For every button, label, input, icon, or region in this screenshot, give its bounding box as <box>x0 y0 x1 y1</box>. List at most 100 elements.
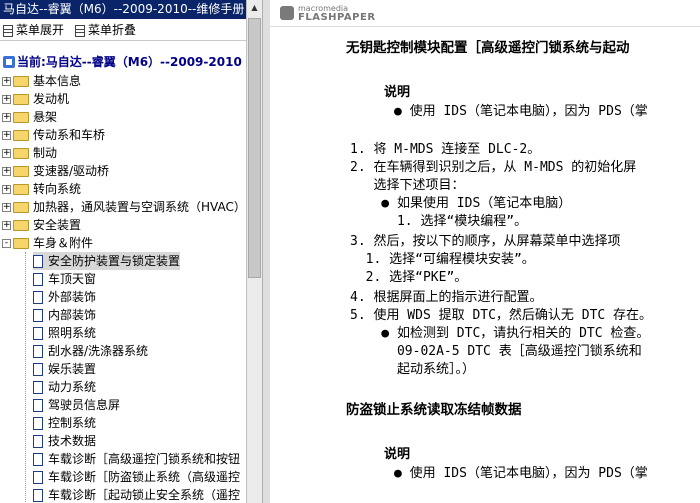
note-text: ● 使用 IDS（笔记本电脑），因为 PDS（掌 <box>394 104 648 119</box>
document-icon <box>33 291 43 304</box>
folder-icon <box>13 130 29 141</box>
tree-item[interactable]: 驾驶员信息屏 <box>33 396 120 414</box>
tree-folder[interactable]: + 发动机 <box>2 90 69 108</box>
procedure-step: 1. 选择“模块编程”。 <box>350 214 528 229</box>
collapse-all-label: 菜单折叠 <box>88 23 137 37</box>
tree-item[interactable]: 车载诊断［高级遥控门锁系统和按钮 <box>33 450 240 468</box>
document-viewer: macromedia FLASHPAPER 无钥匙控制模块配置［高级遥控门锁系统… <box>270 0 700 503</box>
tree-item-label: 车载诊断［高级遥控门锁系统和按钮 <box>48 452 241 466</box>
tree-item[interactable]: 内部装饰 <box>33 306 96 324</box>
tree-folder[interactable]: + 加热器，通风装置与空调系统（HVAC） <box>2 198 246 216</box>
panel-splitter[interactable] <box>262 0 270 503</box>
tree-item-label: 车顶天窗 <box>48 272 97 286</box>
tree-item-label: 动力系统 <box>48 380 97 394</box>
scroll-thumb[interactable] <box>248 18 261 278</box>
tree-item-label: 照明系统 <box>48 326 97 340</box>
document-icon <box>33 309 43 322</box>
document-icon <box>33 255 43 268</box>
note-title: 说明 <box>384 85 411 100</box>
tree-item[interactable]: 车顶天窗 <box>33 270 96 288</box>
tree-item[interactable]: 娱乐装置 <box>33 360 96 378</box>
folder-icon <box>13 94 29 105</box>
tree-folder-label: 悬架 <box>33 110 58 124</box>
section-heading-2: 防盗锁止系统读取冻结帧数据 <box>346 402 522 418</box>
tree-scrollbar[interactable]: ▲ <box>246 0 262 503</box>
tree-item-label: 车载诊断［防盗锁止系统（高级遥控 <box>48 470 241 484</box>
tree-folder-label: 基本信息 <box>33 74 82 88</box>
document-icon <box>33 489 43 502</box>
tree-item-label: 外部装饰 <box>48 290 97 304</box>
folder-icon <box>13 112 29 123</box>
procedure-step: 选择下述项目： <box>350 178 465 193</box>
tree-item[interactable]: 刮水器/洗涤器系统 <box>33 342 148 360</box>
tree-folder[interactable]: + 变速器/驱动桥 <box>2 162 109 180</box>
procedure-step: ● 如检测到 DTC，请执行相关的 DTC 检查。 <box>350 326 650 341</box>
tree-item-label: 技术数据 <box>48 434 97 448</box>
expand-toggle-icon[interactable]: + <box>2 113 11 122</box>
expand-toggle-icon[interactable]: + <box>2 185 11 194</box>
tree-item[interactable]: 照明系统 <box>33 324 96 342</box>
tree-item[interactable]: 车载诊断［防盗锁止系统（高级遥控 <box>33 468 240 486</box>
tree-item-label: 车载诊断［起动锁止安全系统（遥控 <box>48 488 241 502</box>
tree-folder-label: 转向系统 <box>33 182 82 196</box>
tree-folder-label: 传动系和车桥 <box>33 128 106 142</box>
expand-toggle-icon[interactable]: + <box>2 77 11 86</box>
collapse-all-button[interactable]: 菜单折叠 <box>75 22 136 38</box>
procedure-step: 09-02A-5 DTC 表［高级遥控门锁系统和 <box>350 344 642 359</box>
tree-item-label: 内部装饰 <box>48 308 97 322</box>
folder-icon <box>13 76 29 87</box>
tree-item[interactable]: 技术数据 <box>33 432 96 450</box>
note-title-2: 说明 <box>384 447 411 462</box>
logo-big-text: FLASHPAPER <box>298 12 376 23</box>
flashpaper-logo-icon <box>280 6 294 20</box>
tree-item[interactable]: 控制系统 <box>33 414 96 432</box>
expand-toggle-icon[interactable]: + <box>2 149 11 158</box>
document-icon <box>33 399 43 412</box>
folder-icon <box>13 148 29 159</box>
tree-folder[interactable]: + 传动系和车桥 <box>2 126 105 144</box>
document-icon <box>33 471 43 484</box>
document-icon <box>33 417 43 430</box>
tree-folder[interactable]: + 悬架 <box>2 108 57 126</box>
book-icon <box>3 56 15 68</box>
procedure-step: 2. 选择“PKE”。 <box>350 270 468 285</box>
tree-folder-label: 加热器，通风装置与空调系统（HVAC） <box>33 200 246 214</box>
tree-folder[interactable]: - 车身＆附件 <box>2 234 93 252</box>
expand-toggle-icon[interactable]: + <box>2 131 11 140</box>
navigation-panel: 马自达--睿翼（M6）--2009-2010--维修手册 菜单展开 菜单折叠 当… <box>0 0 246 503</box>
procedure-step: 5. 使用 WDS 提取 DTC，然后确认无 DTC 存在。 <box>350 308 653 323</box>
collapse-toggle-icon[interactable]: - <box>2 239 11 248</box>
tree-root[interactable]: 当前:马自达--睿翼（M6）--2009-2010 <box>0 53 246 71</box>
menu-icon <box>3 24 13 37</box>
tree-item-label: 控制系统 <box>48 416 97 430</box>
folder-icon <box>13 220 29 231</box>
expand-toggle-icon[interactable]: + <box>2 221 11 230</box>
tree-folder[interactable]: + 安全装置 <box>2 216 81 234</box>
tree-root-label: 当前:马自达--睿翼（M6）--2009-2010 <box>17 55 242 69</box>
tree-item-selected[interactable]: 安全防护装置与锁定装置 <box>33 252 181 270</box>
menu-icon <box>75 24 85 37</box>
procedure-step: 2. 在车辆得到识别之后，从 M-MDS 的初始化屏 <box>350 160 637 175</box>
procedure-step: 3. 然后，按以下的顺序，从屏幕菜单中选择项 <box>350 234 621 249</box>
folder-icon <box>13 238 29 249</box>
folder-icon <box>13 166 29 177</box>
tree-item-label: 安全防护装置与锁定装置 <box>48 254 181 268</box>
tree-connector <box>25 252 26 503</box>
expand-toggle-icon[interactable]: + <box>2 167 11 176</box>
header-divider <box>270 26 700 27</box>
tree-item[interactable]: 车载诊断［起动锁止安全系统（遥控 <box>33 486 240 503</box>
scroll-up-arrow-icon[interactable]: ▲ <box>247 0 262 16</box>
procedure-step: 1. 选择“可编程模块安装”。 <box>350 252 535 267</box>
tree-folder[interactable]: + 制动 <box>2 144 57 162</box>
expand-toggle-icon[interactable]: + <box>2 95 11 104</box>
tree-item[interactable]: 外部装饰 <box>33 288 96 306</box>
expand-toggle-icon[interactable]: + <box>2 203 11 212</box>
tree-folder[interactable]: + 转向系统 <box>2 180 81 198</box>
procedure-step: 起动系统］。） <box>350 362 475 377</box>
tree-item-label: 驾驶员信息屏 <box>48 398 121 412</box>
tree-folder[interactable]: + 基本信息 <box>2 72 81 90</box>
document-icon <box>33 327 43 340</box>
expand-all-button[interactable]: 菜单展开 <box>3 22 64 38</box>
tree-item-label: 娱乐装置 <box>48 362 97 376</box>
tree-item[interactable]: 动力系统 <box>33 378 96 396</box>
